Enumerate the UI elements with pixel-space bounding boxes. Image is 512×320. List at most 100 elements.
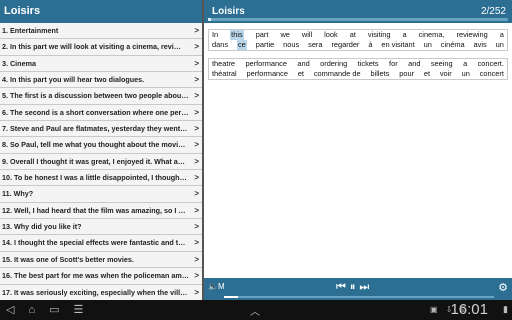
word[interactable]: a: [402, 30, 406, 40]
word[interactable]: voir: [440, 69, 452, 79]
word[interactable]: billets: [370, 69, 389, 79]
playback-progress-bar[interactable]: [224, 296, 494, 298]
word[interactable]: sera: [308, 40, 322, 50]
word[interactable]: un: [496, 40, 504, 50]
word[interactable]: ordering: [320, 59, 347, 69]
page-counter: 2/252: [480, 6, 506, 17]
playback-controls: ⏮⏸⏭: [336, 281, 373, 294]
sentence-list-pane: Loisirs 1. Entertainment >2. In this part…: [0, 0, 204, 300]
english-row: theatre performance and ordering tickets for a…: [209, 59, 507, 69]
list-item[interactable]: 14. I thought the special effects were f…: [0, 235, 202, 252]
list-item[interactable]: 8. So Paul, tell me what you thought abo…: [0, 137, 202, 154]
chevron-right-icon: >: [194, 238, 199, 248]
word[interactable]: seeing: [431, 59, 453, 69]
volume-icon[interactable]: 🔈M: [208, 282, 225, 291]
word[interactable]: reviewing: [457, 30, 488, 40]
settings-gear-icon[interactable]: ⚙: [498, 281, 508, 294]
word[interactable]: look: [324, 30, 338, 40]
word[interactable]: performance: [246, 69, 288, 79]
menu-icon[interactable]: ☰: [74, 304, 98, 316]
list-item[interactable]: 5. The first is a discussion between two…: [0, 88, 202, 105]
list-item[interactable]: 10. To be honest I was a little disappoi…: [0, 170, 202, 187]
list-header-title: Loisirs: [0, 0, 202, 23]
chevron-right-icon: >: [194, 156, 199, 166]
list-item-label: 3. Cinema: [2, 58, 36, 68]
word[interactable]: à: [368, 40, 372, 50]
word[interactable]: performance: [245, 59, 287, 69]
word[interactable]: a: [500, 30, 504, 40]
volume-label: M: [217, 282, 225, 291]
list-item-label: 14. I thought the special effects were f…: [2, 238, 186, 248]
list-item-label: 11. Why?: [2, 189, 34, 199]
word[interactable]: nous: [283, 40, 299, 50]
word[interactable]: we: [280, 30, 289, 40]
list-item[interactable]: 13. Why did you like it? >: [0, 219, 202, 236]
list-item[interactable]: 11. Why? >: [0, 186, 202, 203]
word[interactable]: dans: [212, 40, 228, 50]
word[interactable]: In: [212, 30, 218, 40]
list-item-label: 1. Entertainment: [2, 26, 59, 35]
word[interactable]: and: [408, 59, 420, 69]
word[interactable]: commande de: [314, 69, 361, 79]
chevron-right-icon: >: [194, 91, 199, 101]
pause-button[interactable]: ⏸: [350, 281, 360, 293]
word[interactable]: partie: [256, 40, 275, 50]
playback-progress-fill: [224, 296, 238, 298]
word[interactable]: un: [462, 69, 470, 79]
word[interactable]: part: [256, 30, 269, 40]
chevron-right-icon: >: [194, 271, 199, 281]
top-progress-bar[interactable]: [208, 18, 508, 21]
list-item-label: 7. Steve and Paul are flatmates, yesterd…: [2, 124, 188, 134]
list-item[interactable]: 9. Overall I thought it was great, I enj…: [0, 154, 202, 171]
list-item-label: 2. In this part we will look at visiting…: [2, 42, 181, 52]
word[interactable]: at: [350, 30, 356, 40]
word[interactable]: avis: [474, 40, 487, 50]
word[interactable]: pour: [399, 69, 414, 79]
chevron-right-icon: >: [194, 75, 199, 85]
word[interactable]: tickets: [358, 59, 379, 69]
list-item[interactable]: 4. In this part you will hear two dialog…: [0, 72, 202, 89]
next-button[interactable]: ⏭: [359, 281, 373, 293]
word[interactable]: en visitant: [381, 40, 414, 50]
list-item-label: 16. The best part for me was when the po…: [2, 271, 189, 281]
list-item[interactable]: 16. The best part for me was when the po…: [0, 268, 202, 285]
list-item[interactable]: 15. It was one of Scott's better movies.…: [0, 252, 202, 269]
list-item[interactable]: 7. Steve and Paul are flatmates, yesterd…: [0, 121, 202, 138]
word[interactable]: for: [389, 59, 398, 69]
list-item[interactable]: 1. Entertainment >: [0, 23, 202, 40]
word[interactable]: cinema,: [419, 30, 445, 40]
word[interactable]: cinéma: [441, 40, 465, 50]
home-icon[interactable]: ⌂: [28, 304, 49, 316]
word[interactable]: ce: [236, 40, 247, 50]
chevron-right-icon: >: [194, 173, 199, 183]
list-item[interactable]: 6. The second is a short conversation wh…: [0, 105, 202, 122]
word[interactable]: concert: [480, 69, 504, 79]
list-item[interactable]: 12. Well, I had heard that the film was …: [0, 203, 202, 220]
word[interactable]: un: [424, 40, 432, 50]
chevron-right-icon: >: [194, 205, 199, 215]
word[interactable]: visiting: [368, 30, 391, 40]
word[interactable]: theatre: [212, 59, 235, 69]
word[interactable]: théatral: [212, 69, 237, 79]
recents-icon[interactable]: ▭: [49, 304, 73, 316]
english-row: In this part we will look at visiting a cinema, re…: [209, 30, 507, 40]
word[interactable]: will: [302, 30, 312, 40]
audio-player: 🔈M ⏮⏸⏭ ⚙: [204, 278, 512, 300]
chevron-up-icon[interactable]: ︿: [250, 303, 260, 318]
list-item[interactable]: 2. In this part we will look at visiting…: [0, 39, 202, 56]
chevron-right-icon: >: [194, 222, 199, 232]
list-item[interactable]: 3. Cinema >: [0, 56, 202, 73]
list-item[interactable]: 17. It was seriously exciting, especiall…: [0, 285, 202, 300]
word[interactable]: regarder: [331, 40, 359, 50]
previous-button[interactable]: ⏮: [336, 281, 350, 293]
chevron-right-icon: >: [194, 124, 199, 134]
word[interactable]: et: [424, 69, 430, 79]
word[interactable]: this: [230, 30, 244, 40]
word[interactable]: a: [463, 59, 467, 69]
word[interactable]: et: [298, 69, 304, 79]
chevron-right-icon: >: [194, 26, 199, 35]
word[interactable]: concert.: [478, 59, 504, 69]
back-icon[interactable]: ◁: [6, 304, 28, 316]
list-item-label: 15. It was one of Scott's better movies.: [2, 254, 134, 264]
word[interactable]: and: [297, 59, 309, 69]
